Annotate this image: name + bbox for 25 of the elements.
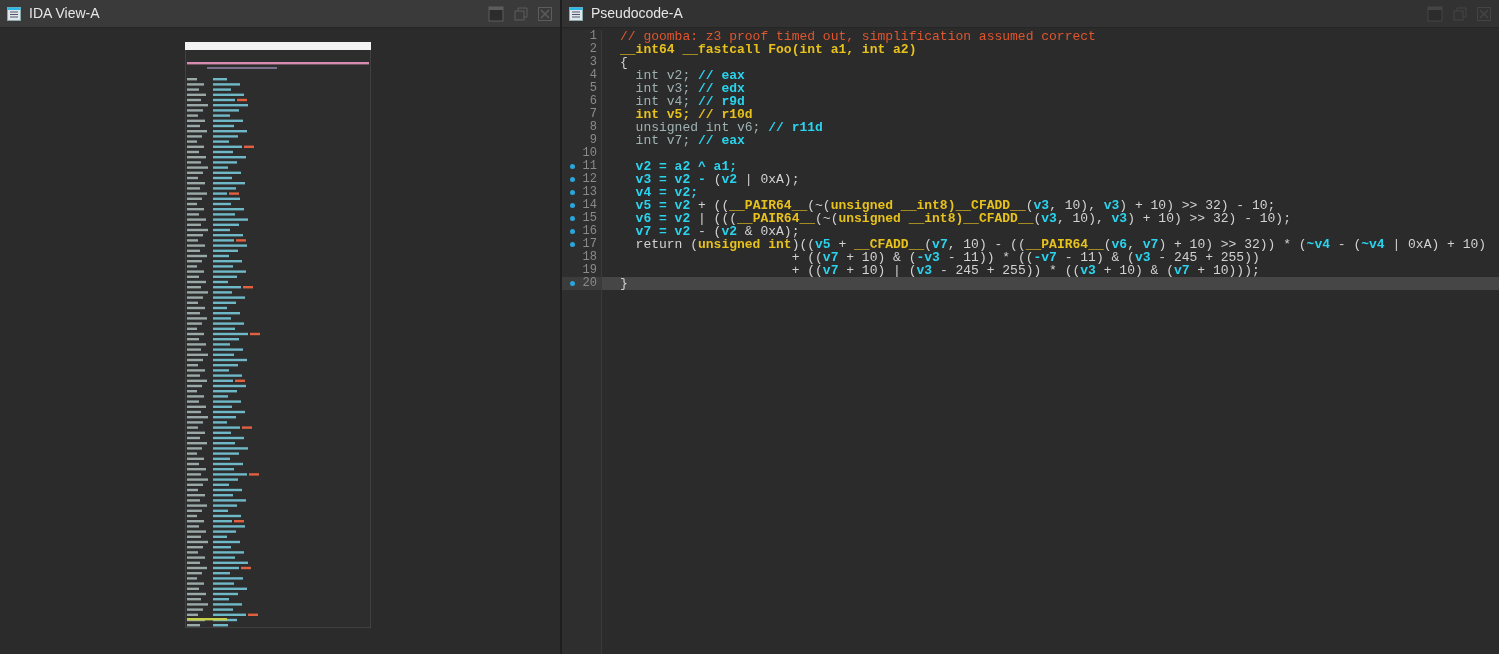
line-number: 15 <box>581 212 597 225</box>
line-number: 2 <box>588 43 597 56</box>
line-number: 17 <box>581 238 597 251</box>
panel-title[interactable]: Pseudocode-A <box>591 3 683 24</box>
line-number: 18 <box>581 251 597 264</box>
line-number: 11 <box>581 160 597 173</box>
line-number: 10 <box>581 147 597 160</box>
line-number: 9 <box>588 134 597 147</box>
window-icon[interactable] <box>488 5 504 22</box>
listing-icon <box>7 6 21 21</box>
panel-title[interactable]: IDA View-A <box>29 3 100 24</box>
line-number: 12 <box>581 173 597 186</box>
line-number: 1 <box>588 30 597 43</box>
line-number: 8 <box>588 121 597 134</box>
line-number: 5 <box>588 82 597 95</box>
line-number: 13 <box>581 186 597 199</box>
line-number: 6 <box>588 95 597 108</box>
line-number: 14 <box>581 199 597 212</box>
line-number: 4 <box>588 69 597 82</box>
line-number: 16 <box>581 225 597 238</box>
listing-icon <box>569 6 583 21</box>
line-number: 3 <box>588 56 597 69</box>
line-number: 19 <box>581 264 597 277</box>
line-number: 7 <box>588 108 597 121</box>
line-number: 20 <box>581 277 597 290</box>
